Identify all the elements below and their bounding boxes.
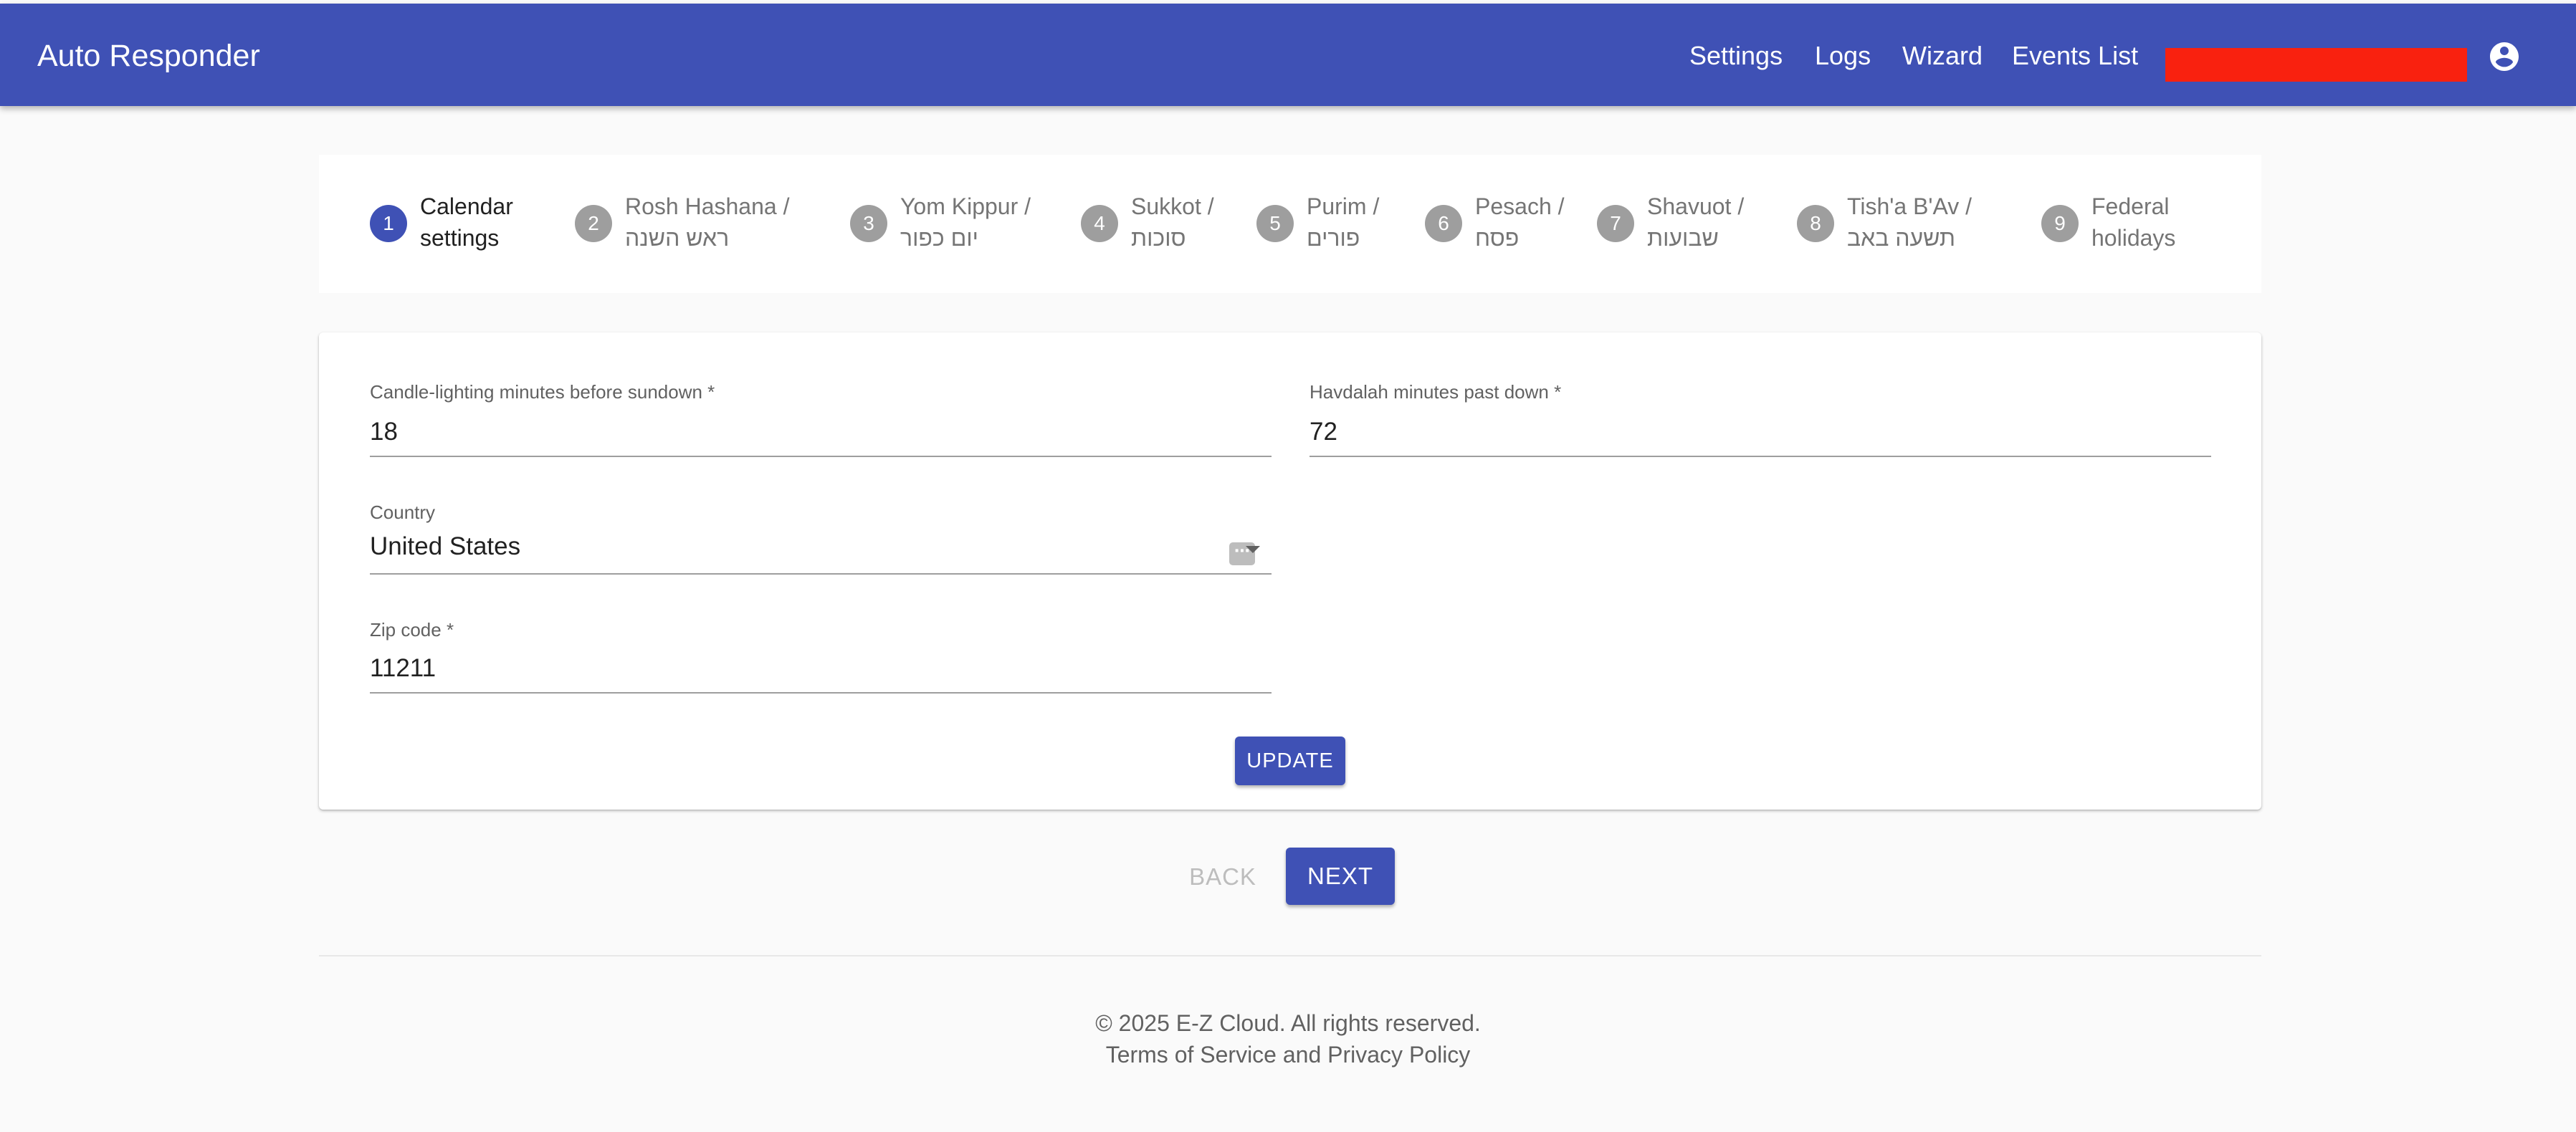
step-label: Shavuot / שבועות <box>1647 193 1745 251</box>
footer-links: Terms of Service and Privacy Policy <box>0 1040 2576 1069</box>
step-number: 1 <box>370 205 407 242</box>
step-label: Pesach / פסח <box>1475 193 1565 251</box>
redacted-user-name <box>2165 48 2467 82</box>
field-underline <box>1310 456 2211 457</box>
candle-lighting-label: Candle-lighting minutes before sundown * <box>370 381 715 403</box>
nav-settings-link[interactable]: Settings <box>1689 41 1783 71</box>
app-title: Auto Responder <box>37 39 260 73</box>
app-bar: Auto Responder Settings Logs Wizard Even… <box>0 4 2576 106</box>
account-circle-icon[interactable] <box>2487 39 2522 74</box>
step-number: 4 <box>1081 205 1118 242</box>
wizard-stepper: 1 Calendar settings 2 Rosh Hashana / ראש ה… <box>319 155 2261 293</box>
step-label: Purim / פורים <box>1307 193 1380 251</box>
step-number: 9 <box>2041 205 2079 242</box>
havdalah-label: Havdalah minutes past down * <box>1310 381 1562 403</box>
step-number: 8 <box>1797 205 1834 242</box>
step-label: Yom Kippur / יום כפור <box>900 193 1031 251</box>
back-button[interactable]: BACK <box>1176 853 1269 901</box>
havdalah-input[interactable]: 72 <box>1310 417 1337 447</box>
country-value[interactable]: United States <box>370 532 520 562</box>
copyright-text: © 2025 E-Z Cloud. All rights reserved. <box>1095 1010 1481 1036</box>
country-label: Country <box>370 502 436 523</box>
zip-code-field[interactable]: Zip code * 11211 <box>370 619 1272 694</box>
nav-events-list-link[interactable]: Events List <box>2012 41 2138 71</box>
next-button[interactable]: NEXT <box>1286 848 1395 905</box>
step-label: Federal holidays <box>2091 193 2176 251</box>
step-label: Sukkot / סוכות <box>1131 193 1214 251</box>
step-label: Tish'a B'Av / תשעה באב <box>1847 193 1972 251</box>
privacy-policy-link[interactable]: Privacy Policy <box>1327 1042 1470 1068</box>
update-button[interactable]: UPDATE <box>1235 737 1345 785</box>
terms-of-service-link[interactable]: Terms of Service <box>1106 1042 1277 1068</box>
nav-logs-link[interactable]: Logs <box>1815 41 1871 71</box>
field-underline <box>370 692 1272 694</box>
step-number: 3 <box>850 205 887 242</box>
country-select[interactable]: Country United States ⋯ <box>370 502 1272 575</box>
candle-lighting-input[interactable]: 18 <box>370 417 398 447</box>
step-label: Rosh Hashana / ראש השנה <box>625 193 790 251</box>
nav-wizard-link[interactable]: Wizard <box>1902 41 1983 71</box>
step-number: 2 <box>575 205 612 242</box>
zip-code-input[interactable]: 11211 <box>370 653 436 683</box>
zip-code-label: Zip code * <box>370 619 454 641</box>
step-label: Calendar settings <box>420 193 513 251</box>
dropdown-arrow-icon[interactable] <box>1246 546 1260 553</box>
step-number: 5 <box>1256 205 1294 242</box>
footer-divider <box>319 955 2261 956</box>
field-underline <box>370 456 1272 457</box>
step-number: 6 <box>1425 205 1462 242</box>
havdalah-field[interactable]: Havdalah minutes past down * 72 <box>1310 381 2211 457</box>
field-underline <box>370 573 1272 575</box>
candle-lighting-field[interactable]: Candle-lighting minutes before sundown *… <box>370 381 1272 457</box>
footer-and-text: and <box>1282 1042 1322 1068</box>
step-number: 7 <box>1597 205 1634 242</box>
